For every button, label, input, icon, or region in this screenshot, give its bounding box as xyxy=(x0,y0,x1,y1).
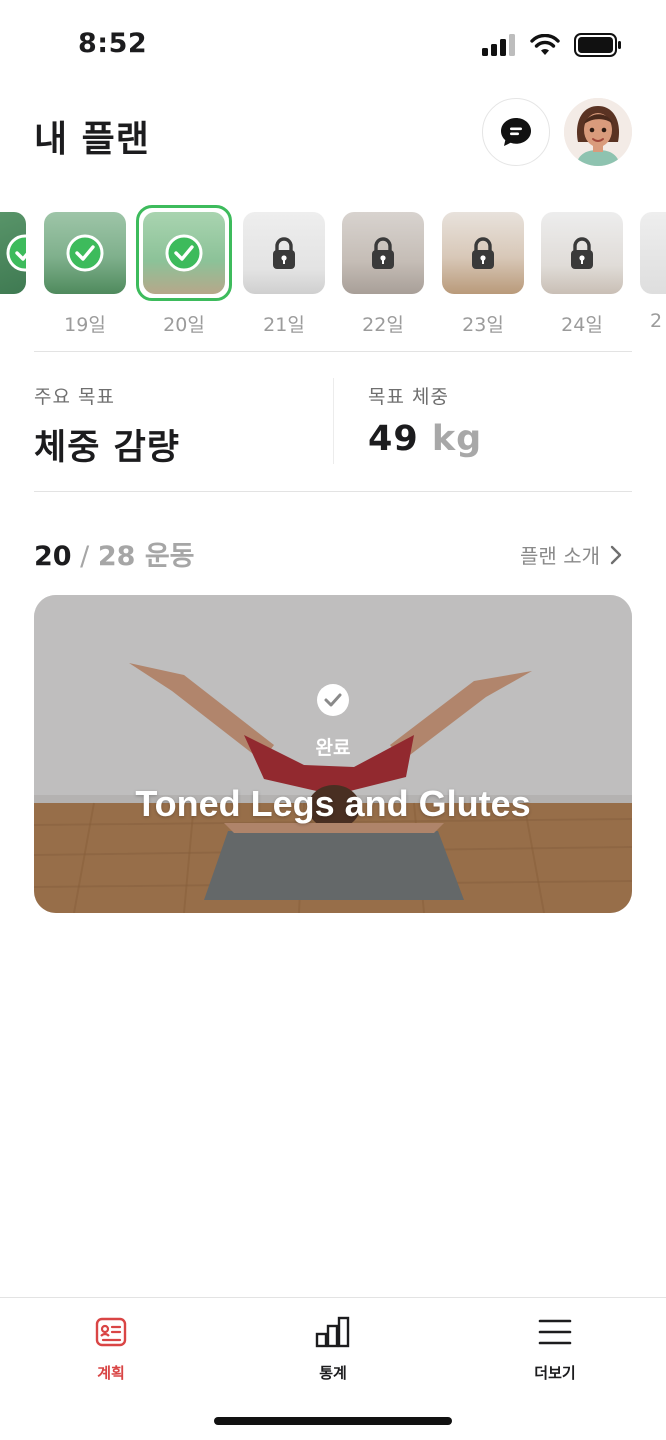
nav-label: 통계 xyxy=(319,1364,347,1382)
chat-button[interactable] xyxy=(482,98,550,166)
day-item-24[interactable]: 24일 xyxy=(541,212,623,337)
target-weight: 목표 체중 49 kg xyxy=(368,382,482,459)
day-item-19[interactable]: 19일 xyxy=(44,212,126,337)
day-item[interactable]: 2 xyxy=(640,212,666,332)
check-circle-icon xyxy=(317,684,349,716)
day-label: 23일 xyxy=(462,314,504,336)
workout-progress: 20 / 28 운동 플랜 소개 xyxy=(34,534,632,574)
main-goal: 주요 목표 체중 감량 xyxy=(34,382,180,470)
workout-card[interactable]: 완료 Toned Legs and Glutes xyxy=(34,595,632,913)
header: 내 플랜 xyxy=(0,96,666,168)
day-label: 22일 xyxy=(362,314,404,336)
check-icon xyxy=(66,234,104,272)
day-item-21[interactable]: 21일 xyxy=(243,212,325,337)
status-bar: 8:52 xyxy=(0,0,666,90)
target-weight-number: 49 xyxy=(368,419,419,459)
wifi-icon xyxy=(530,34,560,55)
divider xyxy=(34,491,632,492)
main-goal-value: 체중 감량 xyxy=(34,428,180,468)
target-weight-unit: kg xyxy=(431,419,483,459)
chevron-right-icon xyxy=(610,545,622,564)
check-icon xyxy=(165,234,203,272)
chat-bubble-icon xyxy=(501,118,531,146)
avatar[interactable] xyxy=(564,98,632,166)
total-workouts: 28 운동 xyxy=(97,541,195,572)
status-time: 8:52 xyxy=(78,28,148,59)
progress-separator: / xyxy=(71,541,98,572)
nav-label: 더보기 xyxy=(534,1364,576,1382)
day-item[interactable] xyxy=(0,212,26,310)
battery-icon xyxy=(574,33,621,57)
nav-plan[interactable]: 계획 xyxy=(51,1314,171,1383)
signal-icon xyxy=(482,34,515,56)
day-item-20[interactable]: 20일 xyxy=(136,205,232,337)
day-label: 21일 xyxy=(263,314,305,336)
completed-count: 20 xyxy=(34,541,72,572)
day-item-22[interactable]: 22일 xyxy=(342,212,424,337)
workout-title: Toned Legs and Glutes xyxy=(135,783,531,824)
lock-icon xyxy=(372,237,394,269)
goal-separator xyxy=(333,378,334,464)
workout-status: 완료 xyxy=(315,737,351,759)
plan-icon xyxy=(95,1317,127,1347)
page-title: 내 플랜 xyxy=(34,119,150,160)
divider xyxy=(34,351,632,352)
lock-icon xyxy=(273,237,295,269)
check-icon xyxy=(6,234,26,272)
day-label: 2 xyxy=(650,310,663,332)
main-goal-label: 주요 목표 xyxy=(34,386,115,408)
nav-stats[interactable]: 통계 xyxy=(273,1314,393,1383)
menu-icon xyxy=(538,1319,572,1345)
lock-icon xyxy=(472,237,494,269)
nav-more[interactable]: 더보기 xyxy=(495,1314,615,1383)
nav-label: 계획 xyxy=(97,1364,125,1382)
lock-icon xyxy=(571,237,593,269)
target-weight-label: 목표 체중 xyxy=(368,386,449,408)
status-icons xyxy=(482,32,622,58)
day-label: 19일 xyxy=(64,314,106,336)
day-item-23[interactable]: 23일 xyxy=(442,212,524,337)
day-strip[interactable]: 19일 20일 21일 22일 23일 24일 2 xyxy=(0,204,666,340)
day-label: 20일 xyxy=(163,314,205,336)
target-weight-value: 49 kg xyxy=(368,419,482,459)
stats-icon xyxy=(315,1316,350,1348)
plan-intro-link[interactable]: 플랜 소개 xyxy=(520,540,622,569)
plan-intro-label: 플랜 소개 xyxy=(520,544,600,568)
day-label: 24일 xyxy=(561,314,603,336)
home-indicator xyxy=(214,1417,452,1425)
